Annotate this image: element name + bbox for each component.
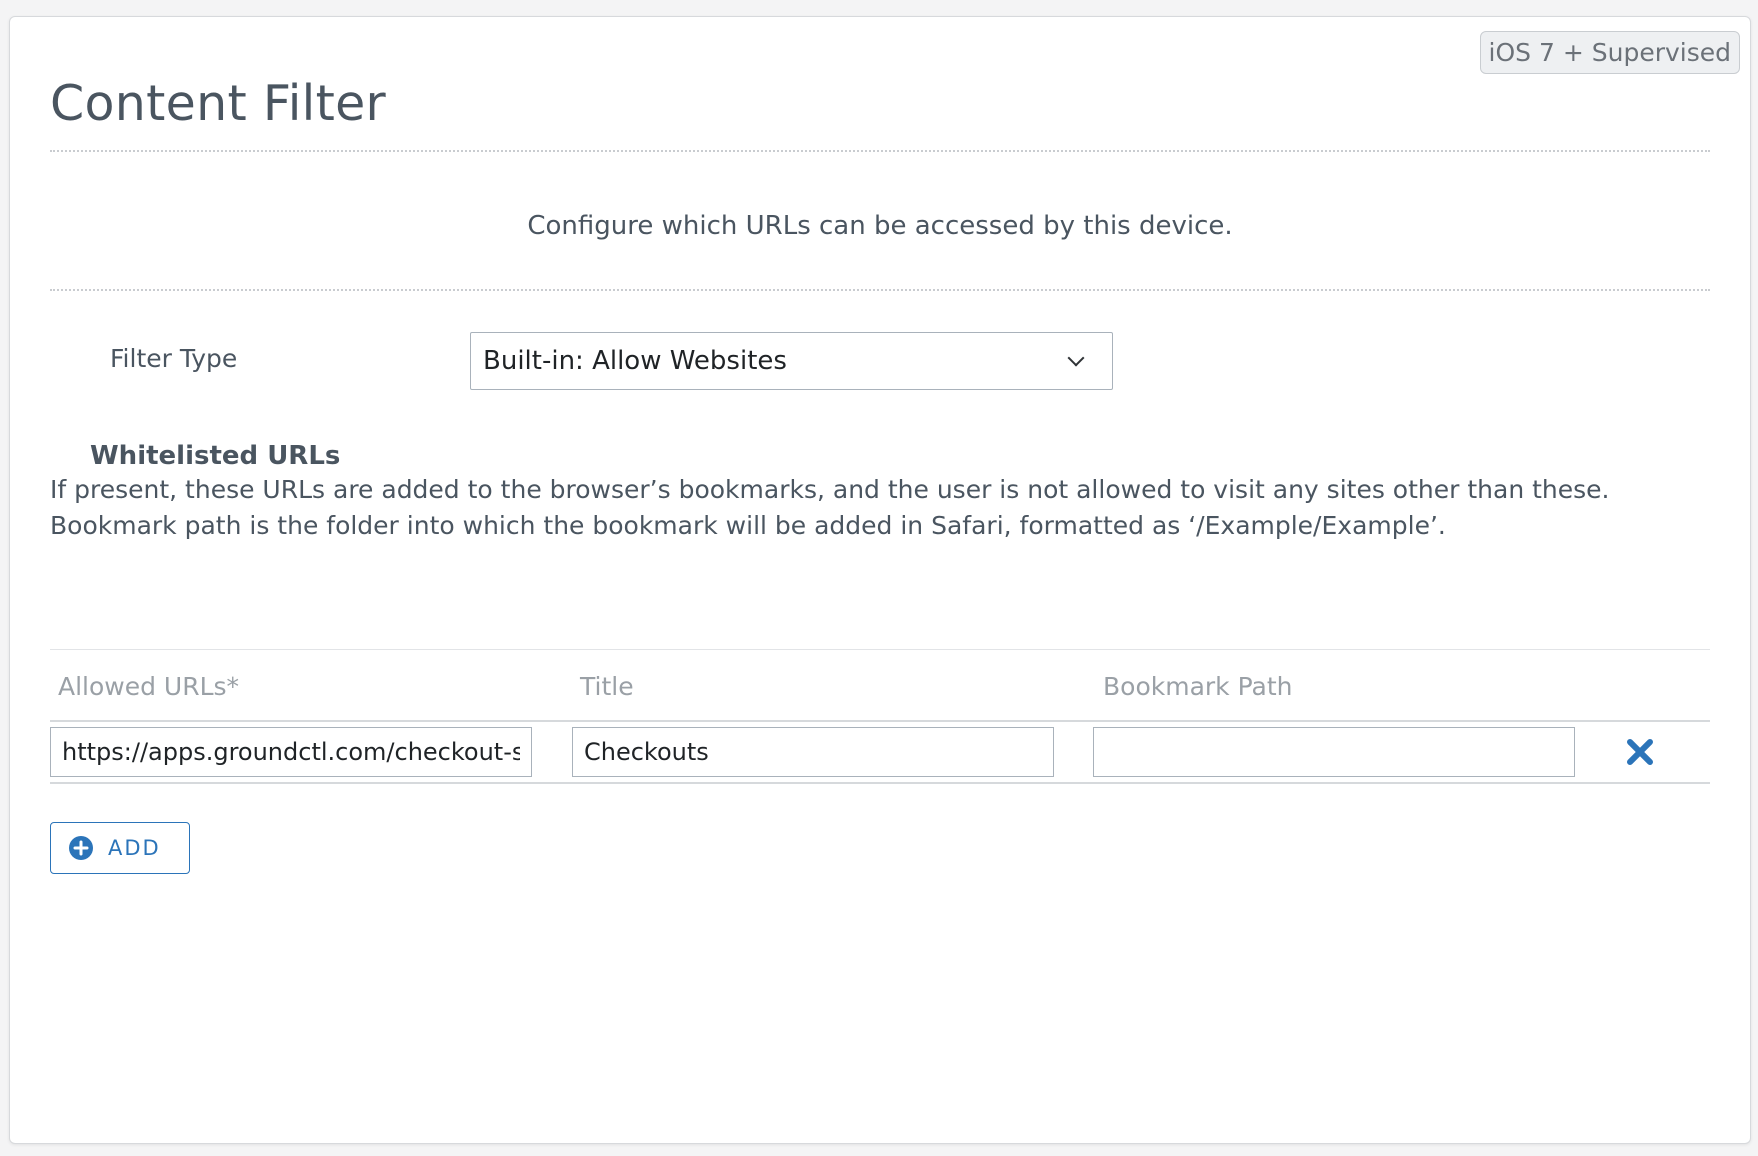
content-filter-panel: iOS 7 + Supervised Content Filter Config… [9,16,1751,1144]
divider [50,150,1710,152]
plus-circle-icon [69,836,93,860]
page-title: Content Filter [50,75,387,132]
column-header-title: Title [580,672,634,701]
platform-badge: iOS 7 + Supervised [1479,31,1740,74]
title-input[interactable] [572,727,1054,777]
close-icon [1627,739,1653,765]
whitelist-heading: Whitelisted URLs [90,441,341,471]
whitelist-table: Allowed URLs* Title Bookmark Path [50,649,1710,784]
add-url-button[interactable]: ADD [50,822,190,874]
remove-row-button[interactable] [1620,732,1660,772]
chevron-down-icon [1067,349,1085,367]
add-button-label: ADD [108,836,161,860]
allowed-url-input[interactable] [50,727,532,777]
column-header-url: Allowed URLs* [58,672,240,701]
bookmark-path-input[interactable] [1093,727,1575,777]
divider [50,289,1710,291]
table-header: Allowed URLs* Title Bookmark Path [50,649,1710,722]
intro-text: Configure which URLs can be accessed by … [527,211,1233,241]
filter-type-value: Built-in: Allow Websites [483,346,787,376]
table-row [50,722,1710,784]
filter-type-select[interactable]: Built-in: Allow Websites [470,332,1113,390]
filter-type-label: Filter Type [110,344,238,373]
whitelist-description: If present, these URLs are added to the … [50,475,1610,540]
column-header-bookmark-path: Bookmark Path [1103,672,1293,701]
